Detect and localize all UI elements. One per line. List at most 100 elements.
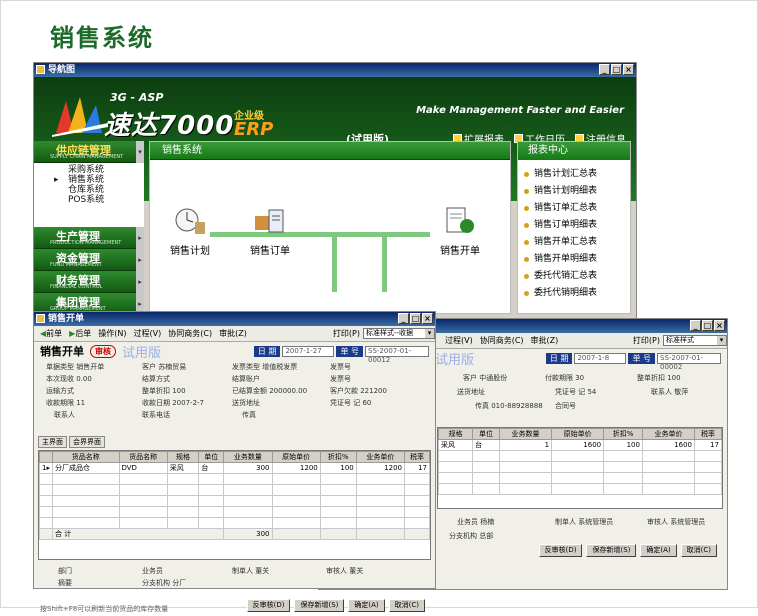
memo-field[interactable]: 摘要 (58, 578, 72, 588)
prev-bill-button[interactable]: ◀前单 (40, 328, 62, 339)
report-center-tab: 报表中心 (518, 142, 630, 160)
close-button[interactable]: × (422, 313, 433, 324)
maximize-button[interactable]: □ (611, 64, 622, 75)
period-field[interactable]: 付款期限 30 (545, 373, 584, 383)
menu-production[interactable]: 生产管理 PRODUCTION MANAGEMENT ▸ (34, 227, 144, 249)
unaudit-button[interactable]: 反审核(D) (538, 544, 583, 557)
contact-field[interactable]: 联系人 敬萍 (651, 387, 688, 397)
table-row[interactable]: 1▸ 分厂成品仓 DVD 采风台 300 1200 100 1200 17 (39, 462, 430, 474)
minimize-button[interactable]: _ (690, 320, 701, 331)
save-new-button[interactable]: 保存新增(S) (586, 544, 637, 557)
customer-owed-field: 客户欠款 221200 (330, 387, 387, 395)
report-link[interactable]: 销售开单明细表 (524, 251, 630, 268)
receive-period-field[interactable]: 收款期限 11 (46, 398, 85, 408)
submenu-warehouse[interactable]: 仓库系统 (68, 185, 144, 195)
close-button[interactable]: × (623, 64, 634, 75)
menu-operate[interactable]: 操作(N) (98, 328, 126, 339)
receipt-field[interactable]: 发票号 (330, 374, 351, 384)
report-link[interactable]: 销售计划汇总表 (524, 166, 630, 183)
cancel-button[interactable]: 取消(C) (388, 599, 425, 612)
bullet-icon (524, 223, 529, 228)
branch-field[interactable]: 分支机构 分厂 (142, 578, 186, 588)
submenu: 采购系统 销售系统 仓库系统 POS系统 (34, 163, 144, 227)
date-field[interactable]: 2007-1-27 (282, 345, 335, 357)
menu-collab[interactable]: 协同商务(C) (480, 335, 524, 346)
contract-field[interactable]: 合同号 (555, 401, 576, 411)
node-sales-order[interactable]: 销售订单 (250, 206, 290, 257)
address-field[interactable]: 送货地址 (457, 387, 485, 397)
invoice-type-field[interactable]: 发票类型 增值税发票 (232, 362, 297, 372)
menu-finance[interactable]: 财务管理 FINANCIAL CONTROL ▸ (34, 271, 144, 293)
discount-field[interactable]: 整单折扣 100 (637, 373, 681, 383)
salesman-field[interactable]: 业务员 (142, 566, 163, 576)
bill-type-field[interactable]: 单据类型 销售开单 (46, 362, 104, 372)
table-row[interactable]: 采风台 1 1600 100 1600 17 (438, 439, 722, 451)
contact-field[interactable]: 联系人 (54, 410, 75, 420)
invoice-no-field[interactable]: 发票号 (330, 362, 351, 372)
unaudit-button[interactable]: 反审核(D) (246, 599, 291, 612)
node-sales-invoice[interactable]: 销售开单 (440, 206, 480, 257)
brand-erp: ERP (234, 119, 274, 140)
minimize-button[interactable]: _ (599, 64, 610, 75)
settle-account-field[interactable]: 结算账户 (232, 374, 260, 384)
navigator-title: 导航图 (48, 65, 76, 75)
cash-field[interactable]: 本次现收 0.00 (46, 374, 92, 384)
receive-date-field[interactable]: 收款日期 2007-2-7 (142, 398, 204, 408)
menu-fund[interactable]: 资金管理 FUND MANAGEMENT ▸ (34, 249, 144, 271)
date-field[interactable]: 2007-1-8 (574, 352, 627, 364)
tab-main[interactable]: 主界面 (38, 436, 67, 448)
phone-field[interactable]: 联系电话 (142, 410, 170, 420)
style-select[interactable]: 标准样式 (663, 335, 727, 346)
next-bill-button[interactable]: ▶后单 (69, 328, 91, 339)
report-link[interactable]: 销售开单汇总表 (524, 234, 630, 251)
submenu-pos[interactable]: POS系统 (68, 195, 144, 205)
menu-approve[interactable]: 审批(Z) (531, 335, 559, 346)
minimize-button[interactable]: _ (398, 313, 409, 324)
expand-arrow-icon: ▸ (136, 227, 144, 249)
customer-field[interactable]: 客户 中通股份 (463, 373, 507, 383)
report-link[interactable]: 委托代销明细表 (524, 285, 630, 302)
menu-process[interactable]: 过程(V) (445, 335, 473, 346)
voucher-field[interactable]: 凭证号 记 54 (555, 387, 596, 397)
style-select[interactable]: 标准样式--收据 (363, 328, 435, 339)
number-field[interactable]: SS-2007-01-00002 (657, 352, 721, 371)
print-button[interactable]: 打印(P) (333, 328, 360, 339)
flow-panel: 销售系统 销售计划 销售订单 销售开单 (149, 141, 511, 314)
menu-collab[interactable]: 协同商务(C) (168, 328, 212, 339)
fax-field[interactable]: 传真 010-88928888 (475, 401, 543, 411)
report-link[interactable]: 销售订单明细表 (524, 217, 630, 234)
submenu-purchase[interactable]: 采购系统 (68, 165, 144, 175)
node-sales-plan[interactable]: 销售计划 (170, 206, 210, 257)
submenu-sales[interactable]: 销售系统 (54, 175, 144, 185)
order-icon (255, 209, 284, 233)
close-button[interactable]: × (714, 320, 725, 331)
customer-field[interactable]: 客户 苏楠贸易 (142, 362, 186, 372)
maximize-button[interactable]: □ (410, 313, 421, 324)
voucher-field[interactable]: 凭证号 记 60 (330, 398, 371, 408)
whole-discount-field[interactable]: 整单折扣 100 (142, 386, 186, 396)
invoice-icon (446, 207, 474, 233)
print-button[interactable]: 打印(P) (633, 335, 660, 346)
clock-icon (175, 208, 205, 234)
ship-address-field[interactable]: 送货地址 (232, 398, 260, 408)
transport-field[interactable]: 运输方式 (46, 386, 74, 396)
report-link[interactable]: 销售计划明细表 (524, 183, 630, 200)
ok-button[interactable]: 确定(A) (348, 599, 385, 612)
maximize-button[interactable]: □ (702, 320, 713, 331)
ok-button[interactable]: 确定(A) (640, 544, 677, 557)
cancel-button[interactable]: 取消(C) (680, 544, 717, 557)
salesman-field[interactable]: 业务员 杨楠 (457, 517, 494, 527)
report-link[interactable]: 销售订单汇总表 (524, 200, 630, 217)
department-field[interactable]: 部门 (58, 566, 72, 576)
fax-field[interactable]: 传真 (242, 410, 256, 420)
number-label: 单 号 (628, 352, 655, 364)
save-new-button[interactable]: 保存新增(S) (294, 599, 345, 612)
report-link[interactable]: 委托代销汇总表 (524, 268, 630, 285)
tab-accounting[interactable]: 会界界面 (69, 436, 105, 448)
branch-field[interactable]: 分支机构 总部 (449, 531, 493, 541)
settle-method-field[interactable]: 结算方式 (142, 374, 170, 384)
menu-approve[interactable]: 审批(Z) (219, 328, 247, 339)
menu-supply-chain[interactable]: 供应链管理 SUPPLY CHAIN MANAGEMENT ▾ (34, 141, 144, 163)
menu-process[interactable]: 过程(V) (134, 328, 162, 339)
number-field[interactable]: SS-2007-01-00012 (365, 345, 429, 364)
